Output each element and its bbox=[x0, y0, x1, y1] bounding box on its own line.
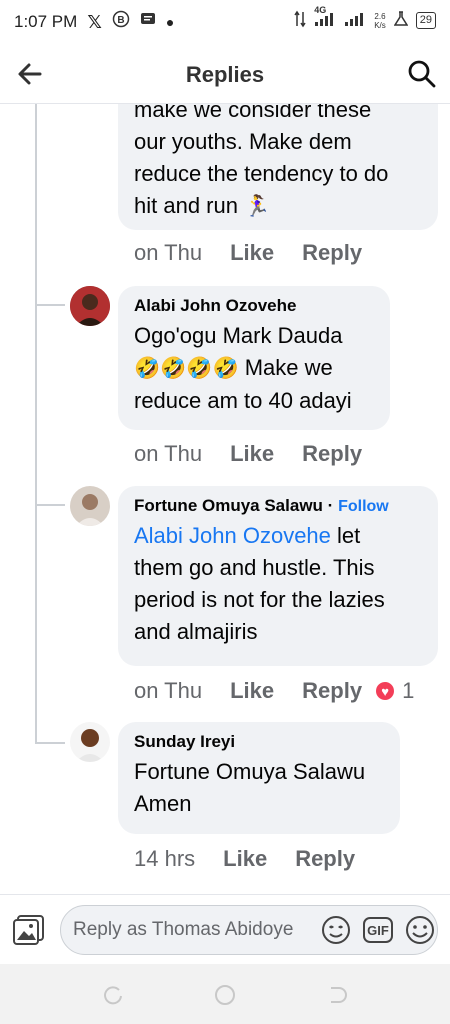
back-icon[interactable] bbox=[326, 984, 348, 1006]
page-title: Replies bbox=[185, 62, 265, 87]
comment-3-text-after-mention: let bbox=[337, 523, 361, 548]
comment-4-reply-button[interactable]: Reply bbox=[295, 846, 355, 872]
avatar-sunday[interactable] bbox=[70, 722, 110, 762]
comment-bubble-2[interactable]: Alabi John Ozovehe Ogo'ogu Mark Dauda 🤣🤣… bbox=[118, 286, 390, 430]
comment-3-header: Fortune Omuya Salawu · Follow bbox=[134, 496, 422, 516]
comment-bubble-3[interactable]: Fortune Omuya Salawu · Follow Alabi John… bbox=[118, 486, 438, 666]
comment-1-actions: on Thu Like Reply bbox=[134, 240, 362, 266]
avatar-sticker-icon[interactable] bbox=[320, 914, 352, 946]
comment-3-time[interactable]: on Thu bbox=[134, 678, 202, 704]
gif-icon[interactable]: GIF bbox=[362, 914, 394, 946]
comment-2-text-after-emoji: Make we bbox=[244, 355, 333, 380]
network-label: 4G bbox=[314, 5, 327, 15]
comment-4-like-button[interactable]: Like bbox=[223, 846, 267, 872]
comment-1-like-button[interactable]: Like bbox=[230, 240, 274, 266]
speed-indicator: 2.6 K/s bbox=[374, 12, 386, 30]
comment-2-line-2: 🤣🤣🤣🤣 Make we bbox=[134, 352, 374, 385]
comment-2-actions: on Thu Like Reply bbox=[134, 441, 362, 467]
comment-1-line-4-text: hit and run bbox=[134, 193, 238, 218]
comment-3-line-4: and almajiris bbox=[134, 619, 258, 644]
comment-4-actions: 14 hrs Like Reply bbox=[134, 846, 355, 872]
comment-2-like-button[interactable]: Like bbox=[230, 441, 274, 467]
comment-2-mention[interactable]: Ogo'ogu Mark Dauda bbox=[134, 320, 374, 352]
comment-4-text: Amen bbox=[134, 791, 192, 816]
separator-dot: · bbox=[327, 496, 334, 515]
comment-3-reply-button[interactable]: Reply bbox=[302, 678, 362, 704]
comment-4-mention[interactable]: Fortune Omuya Salawu bbox=[134, 756, 384, 788]
comment-1-line-3: reduce the tendency to do bbox=[134, 161, 389, 186]
thread-elbow bbox=[35, 504, 65, 506]
status-left: 1:07 PM 𝕏 B ● bbox=[14, 10, 174, 33]
avatar-alabi[interactable] bbox=[70, 286, 110, 326]
comment-3-line-3: period is not for the lazies bbox=[134, 587, 385, 612]
comment-3-mention[interactable]: Alabi John Ozovehe bbox=[134, 523, 331, 548]
notification-dot-icon: ● bbox=[165, 13, 175, 30]
system-nav-bar bbox=[0, 964, 450, 1024]
svg-text:B: B bbox=[117, 15, 124, 26]
status-right: 4G 2.6 K/s 29 bbox=[294, 5, 436, 31]
header-bar: Replies bbox=[0, 46, 450, 104]
thread-line bbox=[35, 104, 37, 744]
comment-3-author[interactable]: Fortune Omuya Salawu bbox=[134, 496, 323, 515]
comment-1-reply-button[interactable]: Reply bbox=[302, 240, 362, 266]
signal-icon-1: 4G bbox=[314, 5, 336, 30]
thread-elbow bbox=[35, 742, 65, 744]
reply-input-placeholder: Reply as Thomas Abidoye bbox=[73, 919, 294, 940]
reaction-count: 1 bbox=[402, 678, 415, 703]
comment-bubble-1[interactable]: make we consider these our youths. Make … bbox=[118, 104, 438, 230]
emoji-icon[interactable] bbox=[404, 914, 436, 946]
avatar-fortune[interactable] bbox=[70, 486, 110, 526]
recent-apps-icon[interactable] bbox=[102, 984, 124, 1006]
home-icon[interactable] bbox=[214, 984, 236, 1006]
compose-icons: GIF bbox=[320, 914, 436, 946]
comment-3-line-2: them go and hustle. This bbox=[134, 555, 375, 580]
comment-2-author[interactable]: Alabi John Ozovehe bbox=[134, 296, 374, 316]
comment-3-like-button[interactable]: Like bbox=[230, 678, 274, 704]
speed-value: 2.6 bbox=[374, 11, 386, 21]
comment-1-line-2: our youths. Make dem bbox=[134, 129, 352, 154]
comment-bubble-4[interactable]: Sunday Ireyi Fortune Omuya Salawu Amen bbox=[118, 722, 400, 834]
gif-label: GIF bbox=[367, 922, 389, 938]
comment-3-line-1: Alabi John Ozovehe let bbox=[134, 520, 422, 552]
comment-3-actions: on Thu Like Reply ♥ 1 bbox=[134, 678, 414, 704]
comment-2-reply-button[interactable]: Reply bbox=[302, 441, 362, 467]
laughing-emoji-icon: 🤣🤣🤣🤣 bbox=[134, 357, 239, 380]
comment-4-author[interactable]: Sunday Ireyi bbox=[134, 732, 384, 752]
speed-unit: K/s bbox=[374, 20, 386, 30]
comment-1-time[interactable]: on Thu bbox=[134, 240, 202, 266]
thread-elbow bbox=[35, 304, 65, 306]
follow-button[interactable]: Follow bbox=[338, 498, 389, 515]
data-arrows-icon bbox=[294, 10, 306, 31]
signal-icon-2 bbox=[344, 11, 366, 30]
comment-4-time[interactable]: 14 hrs bbox=[134, 846, 195, 872]
comment-1-line-4: hit and run 🏃‍♀️ bbox=[134, 190, 422, 223]
b-circle-icon: B bbox=[112, 10, 130, 33]
status-bar: 1:07 PM 𝕏 B ● 4G 2.6 K/s 29 bbox=[0, 0, 450, 46]
replies-thread[interactable]: make we consider these our youths. Make … bbox=[0, 104, 450, 894]
compose-bar: Reply as Thomas Abidoye GIF bbox=[0, 894, 450, 964]
message-icon bbox=[140, 11, 156, 32]
battery-icon: 29 bbox=[415, 12, 436, 29]
x-icon: 𝕏 bbox=[87, 11, 102, 32]
comment-2-line-3: reduce am to 40 adayi bbox=[134, 388, 352, 413]
gallery-icon[interactable] bbox=[12, 913, 46, 947]
comment-2-time[interactable]: on Thu bbox=[134, 441, 202, 467]
love-reaction-icon: ♥ bbox=[374, 680, 397, 702]
search-icon[interactable] bbox=[406, 58, 438, 90]
status-time: 1:07 PM bbox=[14, 11, 78, 31]
comment-1-line-1: make we consider these bbox=[134, 104, 372, 122]
reaction-summary[interactable]: ♥ 1 bbox=[374, 678, 414, 704]
lab-icon bbox=[393, 11, 409, 30]
running-emoji-icon: 🏃‍♀️ bbox=[244, 195, 271, 218]
